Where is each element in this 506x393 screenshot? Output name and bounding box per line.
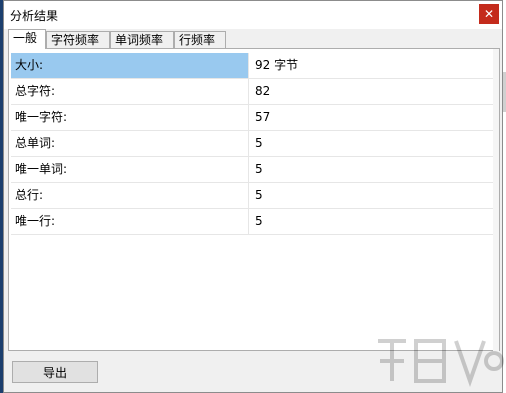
tab-line-frequency-label: 行频率 xyxy=(179,33,216,47)
table-row-total-chars[interactable]: 总字符: 82 xyxy=(11,79,495,105)
window-title: 分析结果 xyxy=(10,9,59,23)
row-value: 5 xyxy=(255,136,263,150)
close-button[interactable]: ✕ xyxy=(479,4,499,24)
tab-word-frequency-label: 单词频率 xyxy=(115,33,164,47)
general-panel: 大小: 92 字节 总字符: 82 唯一字符: 57 总单词: 5 唯一单词: … xyxy=(8,48,500,352)
title-bar[interactable]: 分析结果 ✕ xyxy=(4,1,502,29)
row-value: 5 xyxy=(255,162,263,176)
row-label: 唯一单词: xyxy=(11,157,249,182)
table-row-size[interactable]: 大小: 92 字节 xyxy=(11,53,495,79)
tab-word-frequency[interactable]: 单词频率 xyxy=(110,31,174,48)
analysis-result-dialog: 分析结果 ✕ 一般 字符频率 单词频率 行频率 大小: 92 字节 总字符: 8… xyxy=(3,0,504,393)
tab-char-frequency-label: 字符频率 xyxy=(51,33,100,47)
tab-general-label: 一般 xyxy=(13,31,38,45)
row-value: 57 xyxy=(255,110,271,124)
table-row-unique-chars[interactable]: 唯一字符: 57 xyxy=(11,105,495,131)
export-button[interactable]: 导出 xyxy=(12,361,98,383)
logo-watermark xyxy=(378,339,504,388)
row-label: 唯一行: xyxy=(11,209,249,234)
table-row-unique-words[interactable]: 唯一单词: 5 xyxy=(11,157,495,183)
table-row-total-lines[interactable]: 总行: 5 xyxy=(11,183,495,209)
row-value: 5 xyxy=(255,214,263,228)
close-icon: ✕ xyxy=(483,7,495,21)
row-value: 5 xyxy=(255,188,263,202)
row-label: 总字符: xyxy=(11,79,249,104)
row-value: 92 字节 xyxy=(255,58,299,72)
row-label: 总单词: xyxy=(11,131,249,156)
row-label: 唯一字符: xyxy=(11,105,249,130)
tab-line-frequency[interactable]: 行频率 xyxy=(174,31,226,48)
row-value: 82 xyxy=(255,84,271,98)
export-button-label: 导出 xyxy=(42,366,67,380)
table-row-unique-lines[interactable]: 唯一行: 5 xyxy=(11,209,495,235)
row-label: 大小: xyxy=(11,53,249,78)
table-row-total-words[interactable]: 总单词: 5 xyxy=(11,131,495,157)
row-label: 总行: xyxy=(11,183,249,208)
panel-edge xyxy=(493,49,499,352)
stats-table: 大小: 92 字节 总字符: 82 唯一字符: 57 总单词: 5 唯一单词: … xyxy=(11,53,495,235)
tab-general[interactable]: 一般 xyxy=(8,29,46,49)
tab-char-frequency[interactable]: 字符频率 xyxy=(46,31,110,48)
